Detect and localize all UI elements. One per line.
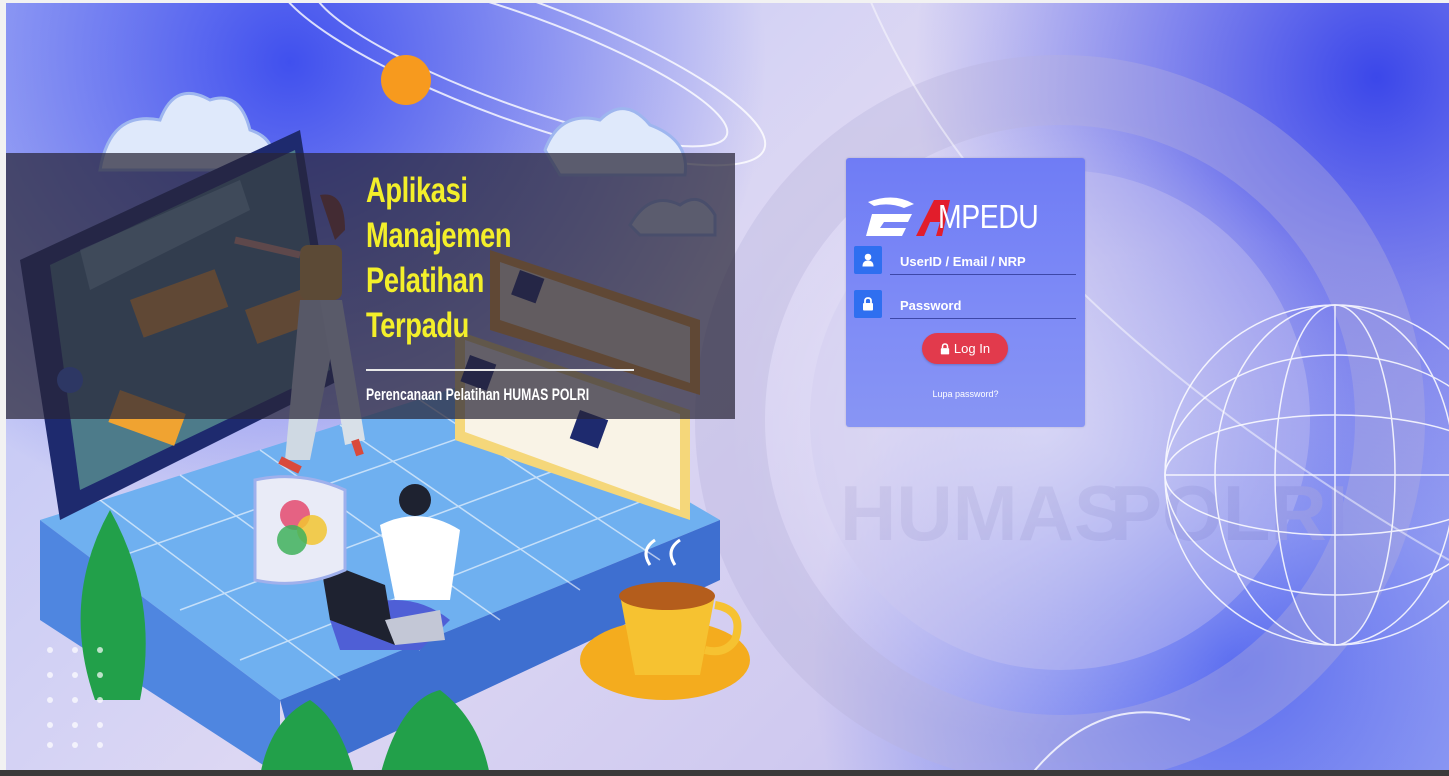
planet bbox=[381, 55, 431, 105]
banner-divider bbox=[366, 369, 634, 371]
window-frame-top bbox=[0, 0, 1449, 3]
password-input[interactable] bbox=[890, 288, 1076, 319]
taskbar-strip bbox=[0, 770, 1449, 776]
app-title-line: Pelatihan bbox=[366, 261, 484, 300]
app-subtitle: Perencanaan Pelatihan HUMAS POLRI bbox=[366, 385, 590, 404]
login-button-label: Log In bbox=[953, 341, 991, 356]
login-panel: MPEDU Log In Lupa password? bbox=[846, 158, 1085, 427]
userid-field bbox=[854, 244, 1078, 275]
login-button[interactable]: Log In bbox=[922, 333, 1008, 364]
forgot-password-link[interactable]: Lupa password? bbox=[846, 389, 1085, 399]
watermark-text: HUMAS bbox=[840, 469, 1126, 557]
lock-icon bbox=[940, 342, 950, 354]
watermark-text-2: POLRI bbox=[1110, 469, 1348, 557]
userid-input[interactable] bbox=[890, 244, 1076, 275]
app-title-line: Aplikasi bbox=[366, 171, 468, 210]
app-title-line: Manajemen bbox=[366, 216, 512, 255]
user-icon bbox=[854, 246, 882, 274]
lock-icon bbox=[854, 290, 882, 318]
app-title-line: Terpadu bbox=[366, 306, 469, 345]
chat-bubble bbox=[253, 475, 347, 585]
logo-text: MPEDU bbox=[938, 198, 1039, 235]
password-field bbox=[854, 288, 1078, 319]
app-title: Aplikasi Manajemen Pelatihan Terpadu bbox=[366, 168, 600, 348]
